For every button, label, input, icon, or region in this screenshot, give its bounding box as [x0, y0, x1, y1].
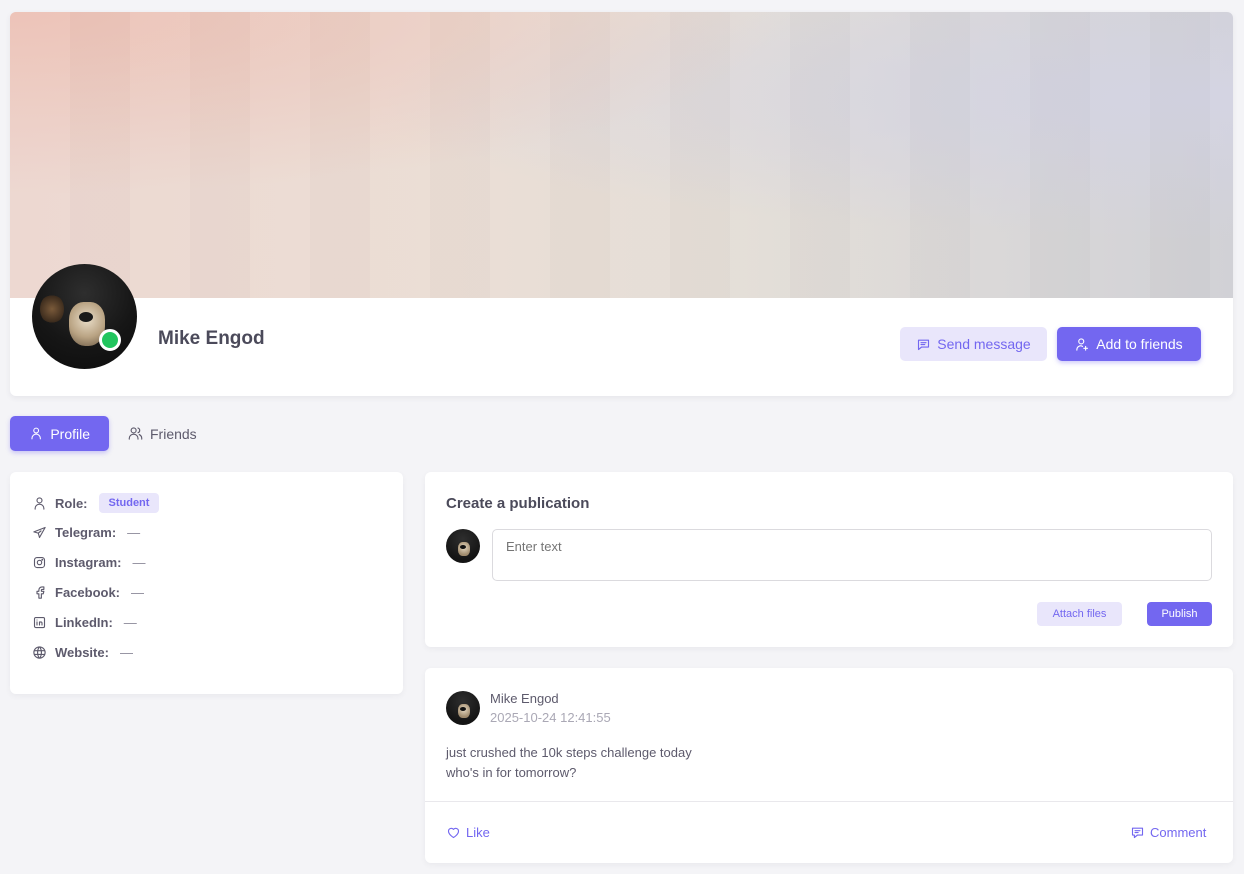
- info-row-role: Role: Student: [32, 493, 160, 513]
- post-author-avatar[interactable]: [446, 691, 480, 725]
- publish-button[interactable]: Publish: [1147, 602, 1212, 626]
- tab-friends-label: Friends: [150, 425, 197, 442]
- telegram-icon: [33, 526, 46, 539]
- info-row-facebook: Facebook: —: [32, 585, 144, 600]
- facebook-label: Facebook:: [55, 585, 121, 600]
- create-publication-title: Create a publication: [446, 495, 590, 512]
- post-text-line: who's in for tomorrow?: [446, 765, 577, 780]
- post-text-line: just crushed the 10k steps challenge tod…: [446, 745, 692, 760]
- send-message-button[interactable]: Send message: [900, 327, 1047, 361]
- tab-friends[interactable]: Friends: [109, 416, 216, 451]
- cover-image: [10, 12, 1233, 298]
- create-publication-card: Create a publication Attach files Publis…: [425, 472, 1233, 647]
- info-row-instagram: Instagram: —: [32, 555, 145, 570]
- instagram-label: Instagram:: [55, 555, 122, 570]
- info-row-telegram: Telegram: —: [32, 525, 140, 540]
- about-card: Role: Student Telegram: — Instagram: — F…: [10, 472, 403, 694]
- composer-avatar: [446, 529, 480, 563]
- tab-profile[interactable]: Profile: [10, 416, 109, 451]
- comment-icon: [1131, 827, 1144, 839]
- post-body: just crushed the 10k steps challenge tod…: [446, 743, 692, 783]
- profile-header-card: Mike Engod Send message Add to friends: [10, 12, 1233, 396]
- attach-files-button[interactable]: Attach files: [1037, 602, 1122, 626]
- role-label: Role:: [55, 495, 88, 511]
- telegram-label: Telegram:: [55, 525, 117, 540]
- linkedin-icon: [33, 616, 46, 629]
- like-label: Like: [466, 825, 490, 840]
- profile-avatar: [32, 264, 137, 369]
- website-label: Website:: [55, 645, 109, 660]
- post-author-name[interactable]: Mike Engod: [490, 691, 559, 706]
- post-card: Mike Engod 2025-10-24 12:41:55 just crus…: [425, 668, 1233, 863]
- role-badge: Student: [98, 493, 160, 513]
- user-plus-icon: [1076, 337, 1089, 351]
- linkedin-label: LinkedIn:: [55, 615, 113, 630]
- user-icon: [34, 496, 45, 510]
- comment-label: Comment: [1150, 825, 1207, 840]
- like-button[interactable]: Like: [446, 825, 490, 840]
- info-row-linkedin: LinkedIn: —: [32, 615, 137, 630]
- online-status-dot: [99, 329, 121, 351]
- facebook-icon: [36, 586, 45, 599]
- telegram-value: —: [127, 525, 141, 540]
- heart-icon: [447, 827, 460, 839]
- globe-icon: [33, 646, 46, 659]
- user-icon: [31, 427, 41, 440]
- post-divider: [425, 801, 1233, 802]
- linkedin-value: —: [123, 615, 137, 630]
- publication-text-input[interactable]: [492, 529, 1212, 581]
- add-to-friends-label: Add to friends: [1096, 336, 1183, 352]
- instagram-value: —: [132, 555, 146, 570]
- add-to-friends-button[interactable]: Add to friends: [1057, 327, 1201, 361]
- profile-name: Mike Engod: [158, 328, 265, 349]
- facebook-value: —: [131, 585, 145, 600]
- message-icon: [918, 339, 930, 350]
- send-message-label: Send message: [937, 336, 1031, 352]
- info-row-website: Website: —: [32, 645, 133, 660]
- post-timestamp: 2025-10-24 12:41:55: [490, 710, 611, 725]
- comment-button[interactable]: Comment: [1130, 825, 1206, 840]
- instagram-icon: [33, 556, 46, 569]
- users-icon: [128, 427, 143, 440]
- tab-profile-label: Profile: [50, 425, 90, 442]
- website-value: —: [119, 645, 133, 660]
